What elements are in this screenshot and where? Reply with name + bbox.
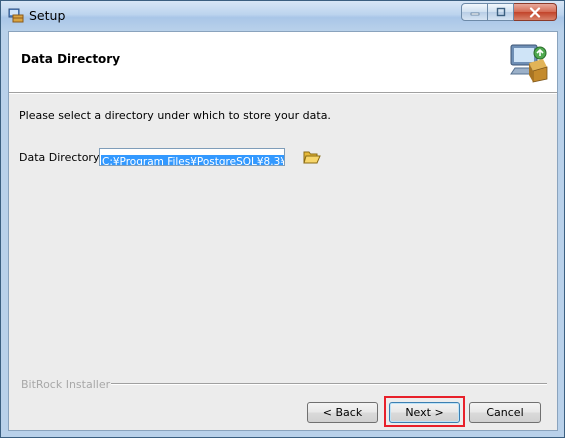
data-directory-value: C:¥Program Files¥PostgreSQL¥8.3¥data xyxy=(101,155,284,165)
instruction-text: Please select a directory under which to… xyxy=(19,109,331,122)
maximize-icon xyxy=(496,7,505,17)
browse-button[interactable] xyxy=(301,146,323,168)
folder-open-icon xyxy=(303,151,321,164)
footer-separator xyxy=(111,383,547,385)
close-button[interactable] xyxy=(514,3,557,21)
dialog-body: Data Directory Please select a directory… xyxy=(8,31,558,431)
setup-window: Setup Data Directory Please select a dir… xyxy=(0,0,565,438)
minimize-icon xyxy=(470,12,479,16)
title-bar[interactable]: Setup xyxy=(1,1,564,31)
window-title: Setup xyxy=(29,8,66,23)
minimize-button[interactable] xyxy=(461,3,488,21)
data-directory-input[interactable]: C:¥Program Files¥PostgreSQL¥8.3¥data xyxy=(99,148,285,166)
setup-icon xyxy=(8,7,24,23)
data-directory-label: Data Directory xyxy=(19,151,100,164)
maximize-button[interactable] xyxy=(488,3,514,21)
caption-buttons xyxy=(461,3,557,21)
header-separator xyxy=(9,92,557,94)
computer-box-icon xyxy=(507,41,549,83)
page-title: Data Directory xyxy=(21,52,121,66)
next-button-highlight xyxy=(384,396,465,427)
back-button[interactable]: < Back xyxy=(307,402,378,423)
cancel-button[interactable]: Cancel xyxy=(469,402,541,423)
close-icon xyxy=(529,6,541,18)
header-panel: Data Directory xyxy=(9,32,557,92)
installer-brand: BitRock Installer xyxy=(21,378,111,391)
